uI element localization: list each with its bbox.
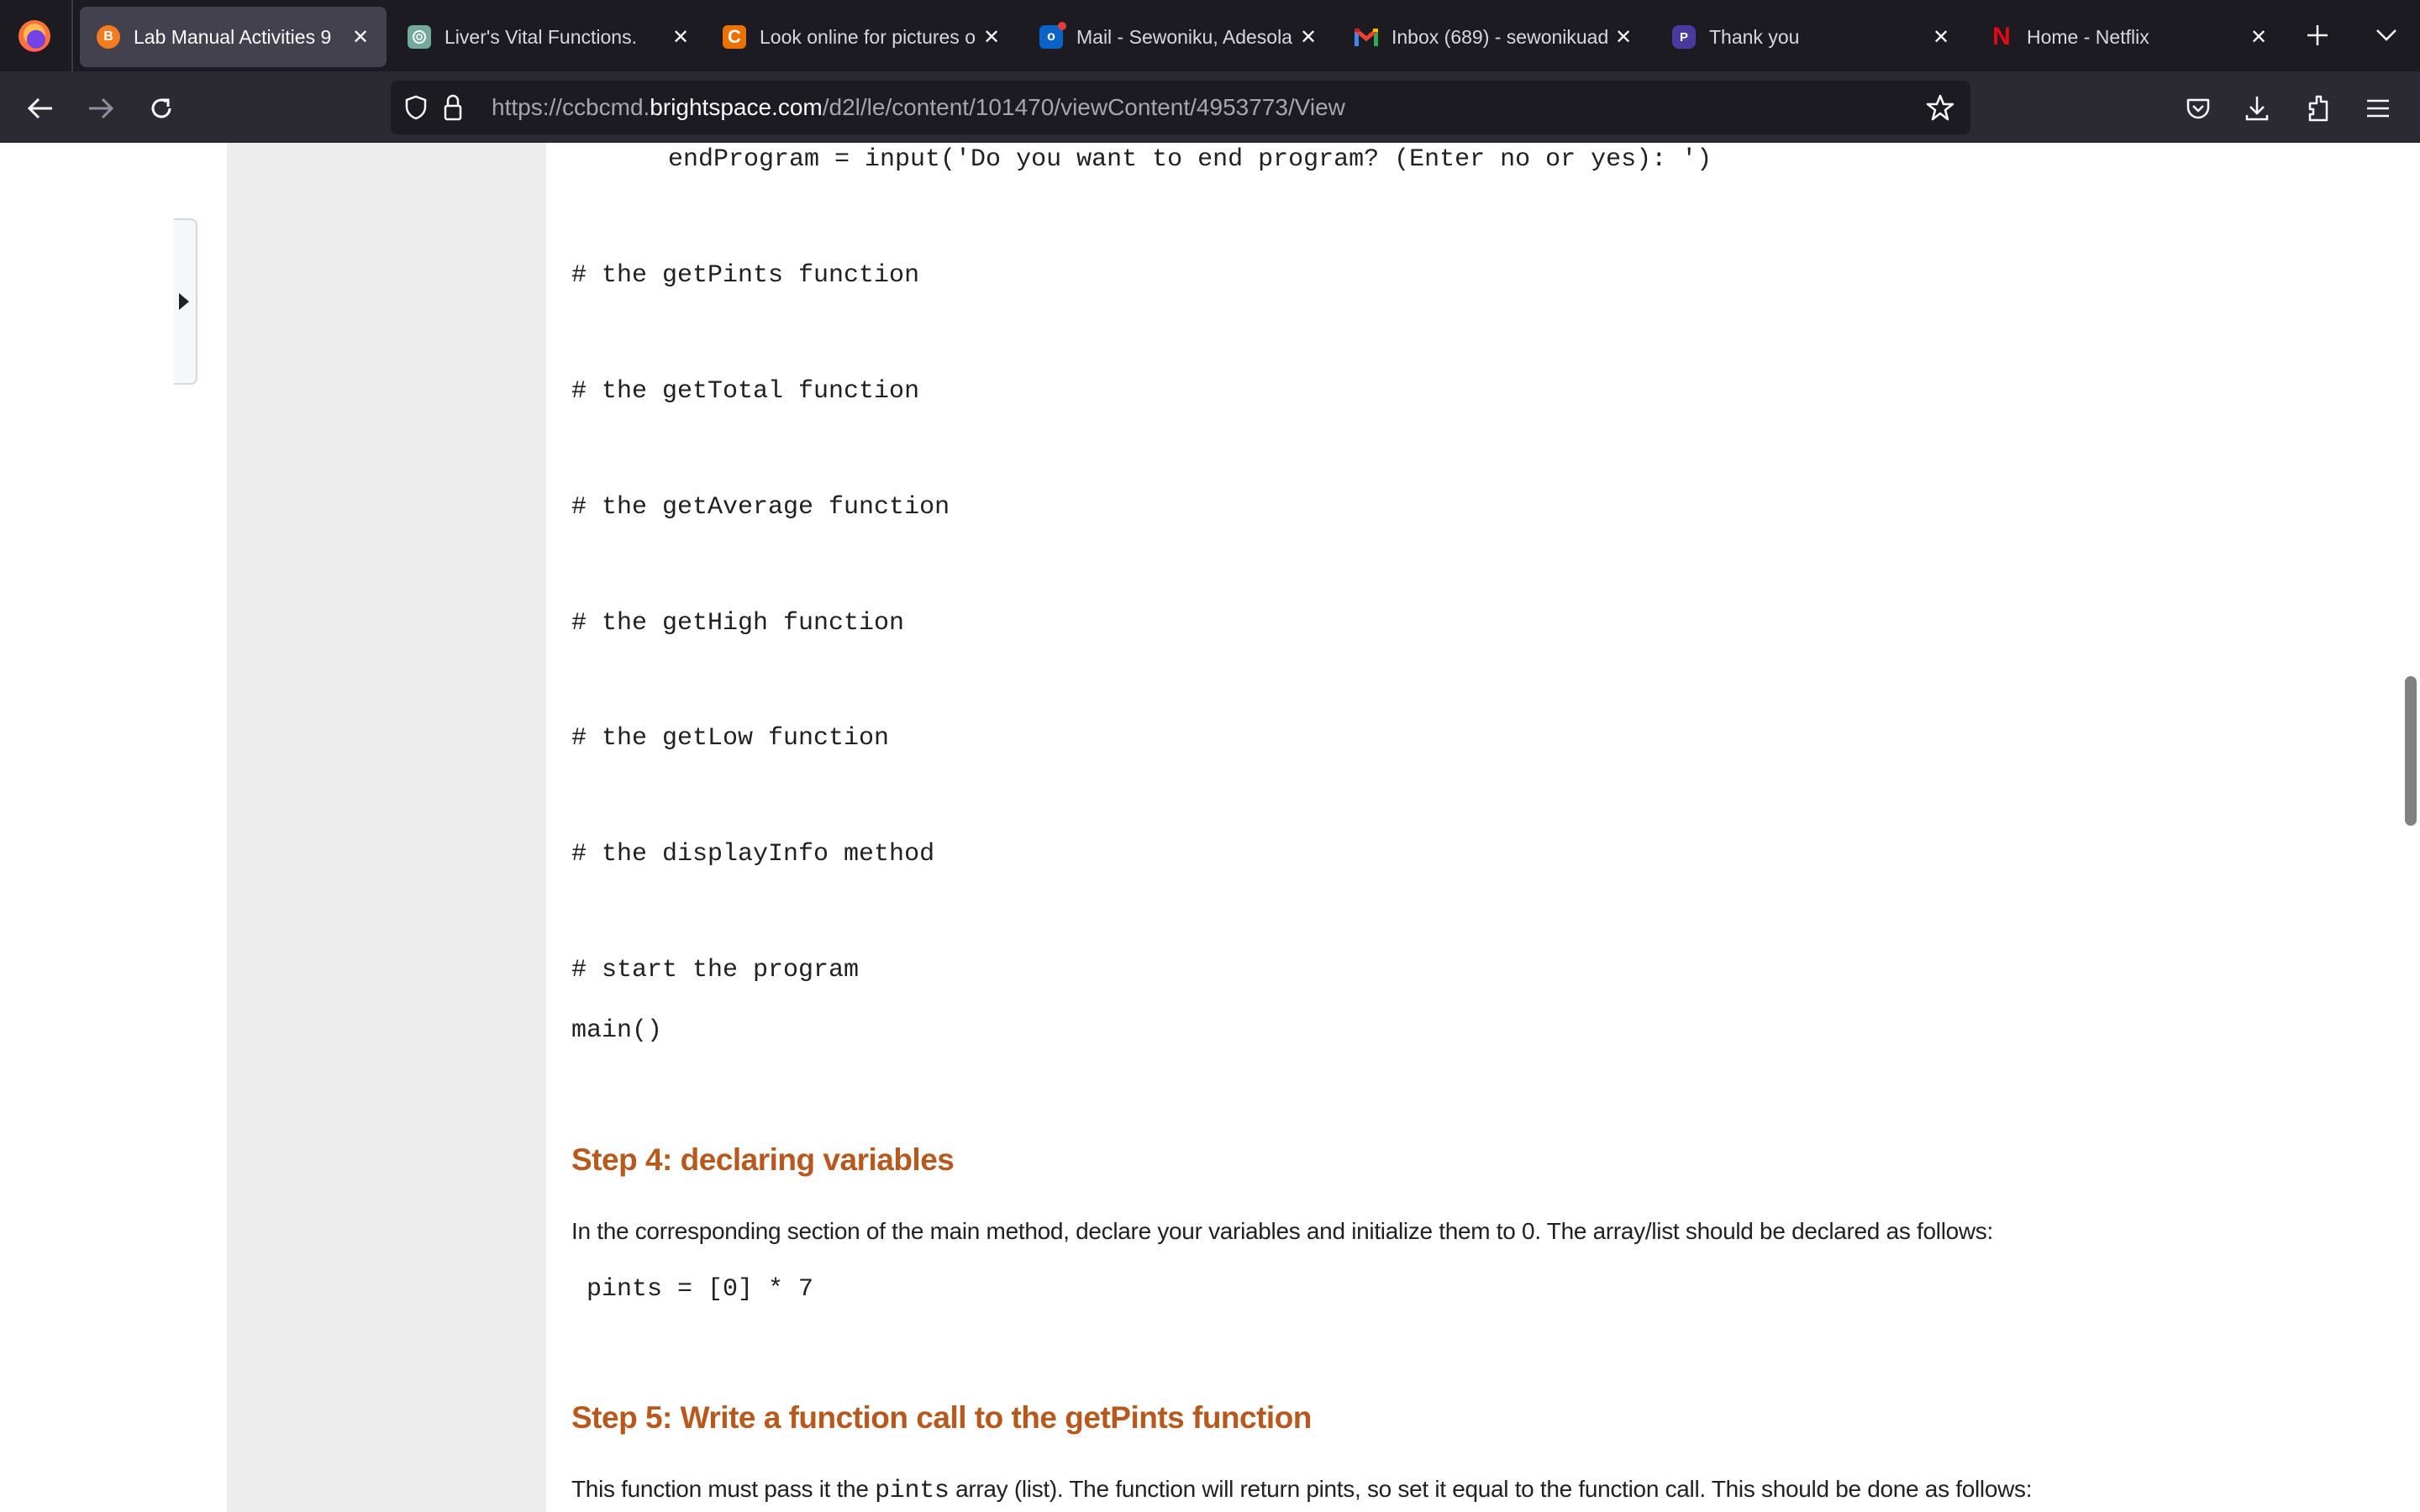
list-all-tabs-button[interactable]	[2368, 17, 2405, 54]
tab-mail-outlook[interactable]: o Mail - Sewoniku, Adesola ✕	[1039, 7, 1321, 67]
chatgpt-icon	[408, 25, 431, 49]
forward-button[interactable]	[81, 88, 121, 129]
code-comment-gethigh: # the getHigh function	[571, 609, 905, 638]
step5-paragraph: This function must pass it the pints arr…	[571, 1476, 2033, 1505]
tab-title: Look online for pictures o	[760, 25, 976, 48]
code-comment-getaverage: # the getAverage function	[571, 493, 950, 522]
tab-livers-vital-functions[interactable]: Liver's Vital Functions. ✕	[408, 7, 693, 67]
url-text[interactable]: https://ccbcmd.brightspace.com/d2l/le/co…	[492, 81, 1345, 134]
tracking-protection-shield-icon[interactable]	[401, 92, 431, 123]
brightspace-icon: B	[97, 25, 120, 49]
close-tab-icon[interactable]: ✕	[348, 25, 373, 50]
code-comment-start-program: # start the program	[571, 956, 860, 984]
content-sidebar	[227, 143, 546, 1512]
forward-arrow-icon	[89, 97, 114, 119]
code-comment-displayinfo: # the displayInfo method	[571, 840, 935, 869]
close-tab-icon[interactable]: ✕	[1611, 25, 1636, 50]
bookmark-star-icon[interactable]	[1925, 92, 1955, 123]
new-tab-button[interactable]	[2299, 17, 2336, 54]
code-comment-getlow: # the getLow function	[571, 724, 890, 753]
code-main-call: main()	[571, 1016, 663, 1045]
downloads-button[interactable]	[2237, 88, 2277, 129]
close-tab-icon[interactable]: ✕	[1928, 25, 1954, 50]
step5-heading: Step 5: Write a function call to the get…	[571, 1400, 1312, 1435]
close-tab-icon[interactable]: ✕	[1296, 25, 1321, 50]
notification-dot-icon	[1058, 22, 1066, 30]
tab-title: Home - Netflix	[2027, 25, 2149, 48]
tab-title: Mail - Sewoniku, Adesola	[1076, 25, 1292, 48]
back-arrow-icon	[27, 97, 52, 119]
tab-title: Lab Manual Activities 9	[134, 25, 332, 48]
netflix-icon: N	[1992, 23, 2011, 50]
extensions-button[interactable]	[2297, 88, 2338, 129]
app-menu-button[interactable]	[2358, 88, 2398, 129]
close-tab-icon[interactable]: ✕	[668, 25, 693, 50]
tab-thank-you[interactable]: P Thank you ✕	[1672, 7, 1954, 67]
tab-look-online[interactable]: C Look online for pictures o ✕	[723, 7, 1004, 67]
code-comment-getpints: # the getPints function	[571, 261, 920, 290]
close-tab-icon[interactable]: ✕	[2246, 25, 2271, 50]
tab-title: Thank you	[1709, 25, 1800, 48]
chevron-down-icon	[2376, 29, 2396, 41]
step5-inline-code: pints	[875, 1477, 950, 1505]
tab-title: Liver's Vital Functions.	[445, 25, 637, 48]
close-tab-icon[interactable]: ✕	[979, 25, 1004, 50]
back-button[interactable]	[20, 88, 60, 129]
tab-lab-manual[interactable]: B Lab Manual Activities 9 ✕	[80, 7, 387, 67]
divider	[71, 0, 73, 71]
pocket-button[interactable]	[2178, 88, 2218, 129]
page-content: endProgram = input('Do you want to end p…	[0, 143, 2420, 1512]
url-domain: brightspace.com	[650, 94, 823, 120]
vertical-scrollbar-thumb[interactable]	[2405, 676, 2417, 826]
tab-bar: B Lab Manual Activities 9 ✕ Liver's Vita…	[0, 0, 2420, 71]
url-bar[interactable]: https://ccbcmd.brightspace.com/d2l/le/co…	[391, 81, 1970, 134]
code-end-program: endProgram = input('Do you want to end p…	[668, 145, 1712, 174]
lock-icon[interactable]	[438, 92, 468, 123]
download-icon	[2245, 97, 2269, 121]
reload-icon	[151, 98, 171, 118]
step5-text-before: This function must pass it the	[571, 1476, 876, 1502]
reload-button[interactable]	[141, 88, 182, 129]
step4-paragraph: In the corresponding section of the main…	[571, 1218, 1993, 1244]
url-path: /d2l/le/content/101470/viewContent/49537…	[822, 94, 1345, 120]
expand-sidebar-handle[interactable]	[174, 218, 197, 385]
tab-gmail-inbox[interactable]: Inbox (689) - sewonikuad ✕	[1355, 7, 1636, 67]
plus-icon	[2307, 25, 2328, 45]
step5-text-after: array (list). The function will return p…	[949, 1476, 2033, 1502]
pocket-icon	[2186, 98, 2210, 119]
expand-triangle-icon	[179, 293, 189, 310]
p-app-icon: P	[1672, 25, 1696, 49]
tab-netflix[interactable]: N Home - Netflix ✕	[1990, 7, 2271, 67]
chegg-icon: C	[723, 25, 746, 49]
step4-code: pints = [0] * 7	[587, 1275, 814, 1304]
outlook-icon: o	[1039, 22, 1066, 49]
step4-heading: Step 4: declaring variables	[571, 1142, 955, 1177]
firefox-logo-icon[interactable]	[18, 20, 50, 52]
navigation-bar: https://ccbcmd.brightspace.com/d2l/le/co…	[0, 71, 2420, 143]
puzzle-piece-icon	[2308, 95, 2328, 122]
gmail-icon	[1355, 25, 1378, 49]
hamburger-menu-icon	[2367, 99, 2389, 118]
code-comment-gettotal: # the getTotal function	[571, 377, 920, 406]
url-prefix: https://ccbcmd.	[492, 94, 650, 120]
tab-title: Inbox (689) - sewonikuad	[1392, 25, 1609, 48]
